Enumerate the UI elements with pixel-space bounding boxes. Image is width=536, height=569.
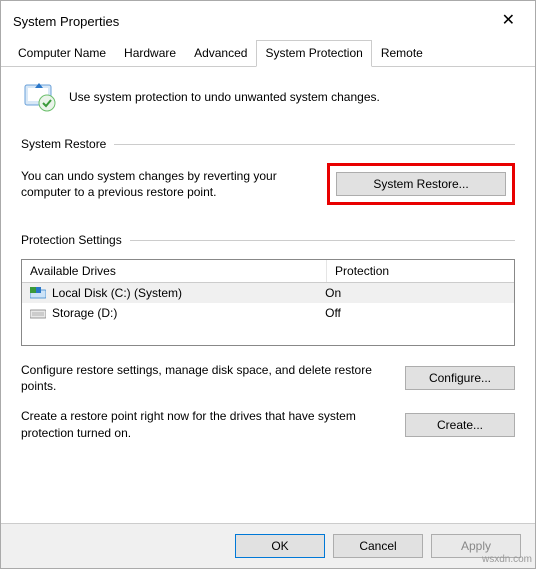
system-protection-icon <box>21 79 57 115</box>
tab-advanced[interactable]: Advanced <box>185 40 256 67</box>
section-label: System Restore <box>21 137 114 151</box>
ok-button[interactable]: OK <box>235 534 325 558</box>
tab-computer-name[interactable]: Computer Name <box>9 40 115 67</box>
divider <box>130 240 515 241</box>
restore-description: You can undo system changes by reverting… <box>21 168 315 200</box>
window-title: System Properties <box>13 14 119 29</box>
col-header-protection[interactable]: Protection <box>327 260 514 282</box>
drive-icon <box>30 307 46 319</box>
table-row[interactable]: Local Disk (C:) (System) On <box>22 283 514 303</box>
section-system-restore-header: System Restore <box>21 137 515 151</box>
intro-row: Use system protection to undo unwanted s… <box>21 79 515 115</box>
section-label: Protection Settings <box>21 233 130 247</box>
tab-content: Use system protection to undo unwanted s… <box>1 67 535 523</box>
configure-button[interactable]: Configure... <box>405 366 515 390</box>
drives-table-header: Available Drives Protection <box>22 260 514 283</box>
create-button[interactable]: Create... <box>405 413 515 437</box>
system-properties-window: System Properties ✕ Computer Name Hardwa… <box>0 0 536 569</box>
create-row: Create a restore point right now for the… <box>21 408 515 440</box>
restore-row: You can undo system changes by reverting… <box>21 163 515 205</box>
tab-strip: Computer Name Hardware Advanced System P… <box>1 39 535 67</box>
drive-protection: Off <box>325 306 506 320</box>
create-description: Create a restore point right now for the… <box>21 408 393 440</box>
close-icon[interactable]: ✕ <box>494 9 523 33</box>
configure-row: Configure restore settings, manage disk … <box>21 362 515 394</box>
table-row[interactable]: Storage (D:) Off <box>22 303 514 323</box>
configure-description: Configure restore settings, manage disk … <box>21 362 393 394</box>
tab-system-protection[interactable]: System Protection <box>256 40 371 67</box>
tab-remote[interactable]: Remote <box>372 40 432 67</box>
drive-protection: On <box>325 286 506 300</box>
section-protection-settings-header: Protection Settings <box>21 233 515 247</box>
drives-table-body: Local Disk (C:) (System) On Storage (D:)… <box>22 283 514 345</box>
cancel-button[interactable]: Cancel <box>333 534 423 558</box>
drive-name: Storage (D:) <box>52 306 117 320</box>
col-header-drives[interactable]: Available Drives <box>22 260 327 282</box>
drive-name: Local Disk (C:) (System) <box>52 286 182 300</box>
tab-hardware[interactable]: Hardware <box>115 40 185 67</box>
highlight-box: System Restore... <box>327 163 515 205</box>
titlebar: System Properties ✕ <box>1 1 535 39</box>
watermark: wsxdn.com <box>482 554 532 565</box>
dialog-footer: OK Cancel Apply <box>1 523 535 568</box>
system-restore-button[interactable]: System Restore... <box>336 172 506 196</box>
intro-text: Use system protection to undo unwanted s… <box>69 90 380 104</box>
drive-icon <box>30 287 46 299</box>
divider <box>114 144 515 145</box>
drives-table: Available Drives Protection Local Disk (… <box>21 259 515 346</box>
